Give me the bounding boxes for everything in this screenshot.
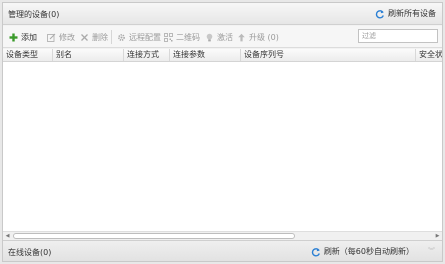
- activate-button[interactable]: 激活: [205, 32, 233, 43]
- column-header-connection-mode[interactable]: 连接方式: [124, 49, 170, 61]
- upgrade-button[interactable]: 升级 (0): [237, 32, 279, 43]
- upgrade-arrow-icon: [237, 33, 246, 42]
- activate-label: 激活: [217, 33, 233, 42]
- edit-icon: [47, 33, 56, 42]
- refresh-online-label: 刷新（每60秒自动刷新）: [323, 247, 414, 256]
- plus-icon: [9, 33, 18, 42]
- filter-input[interactable]: [358, 29, 438, 43]
- qrcode-label: 二维码: [176, 33, 200, 42]
- delete-label: 删除: [92, 33, 108, 42]
- device-table: 设备类型 别名 连接方式 连接参数 设备序列号 安全状 ◀ ▶: [3, 49, 442, 241]
- modify-label: 修改: [59, 33, 75, 42]
- refresh-icon: [375, 9, 384, 19]
- column-header-serial-number[interactable]: 设备序列号: [241, 49, 416, 61]
- scroll-left-arrow-icon[interactable]: ◀: [4, 233, 11, 239]
- gear-icon: [117, 33, 126, 42]
- delete-icon: [80, 33, 89, 42]
- online-devices-title: 在线设备(0): [8, 248, 52, 257]
- delete-button[interactable]: 删除: [80, 32, 108, 43]
- refresh-icon: [311, 247, 320, 257]
- refresh-online-button[interactable]: 刷新（每60秒自动刷新）: [311, 246, 414, 257]
- remote-config-button[interactable]: 远程配置: [117, 32, 161, 43]
- column-header-connection-params[interactable]: 连接参数: [170, 49, 241, 61]
- refresh-all-button[interactable]: 刷新所有设备: [375, 8, 436, 19]
- lightbulb-icon: [205, 33, 214, 42]
- upgrade-label: 升级 (0): [249, 33, 279, 42]
- add-button[interactable]: 添加: [9, 32, 37, 43]
- column-header-device-type[interactable]: 设备类型: [3, 49, 53, 61]
- column-header-alias[interactable]: 别名: [53, 49, 124, 61]
- managed-devices-panel: 管理的设备(0) 刷新所有设备 添加 修改 删除 远程配置 二维码 激活 升级 …: [2, 2, 443, 262]
- modify-button[interactable]: 修改: [47, 32, 75, 43]
- qrcode-button[interactable]: 二维码: [164, 32, 200, 43]
- toolbar-divider: [111, 30, 112, 44]
- collapse-chevron-icon[interactable]: ︾: [427, 246, 436, 256]
- table-header: 设备类型 别名 连接方式 连接参数 设备序列号 安全状: [3, 49, 442, 62]
- remote-config-label: 远程配置: [129, 33, 161, 42]
- qrcode-icon: [164, 33, 173, 42]
- add-label: 添加: [21, 33, 37, 42]
- refresh-all-label: 刷新所有设备: [388, 9, 436, 18]
- online-devices-bar: 在线设备(0) 刷新（每60秒自动刷新） ︾: [3, 240, 442, 261]
- column-header-security-status[interactable]: 安全状: [416, 49, 442, 61]
- scrollbar-thumb[interactable]: [13, 233, 295, 239]
- toolbar: 添加 修改 删除 远程配置 二维码 激活 升级 (0) 过滤: [3, 26, 442, 48]
- panel-header: 管理的设备(0) 刷新所有设备: [3, 3, 442, 25]
- scroll-right-arrow-icon[interactable]: ▶: [434, 233, 441, 239]
- panel-title: 管理的设备(0): [8, 10, 60, 19]
- horizontal-scrollbar[interactable]: ◀ ▶: [3, 231, 442, 240]
